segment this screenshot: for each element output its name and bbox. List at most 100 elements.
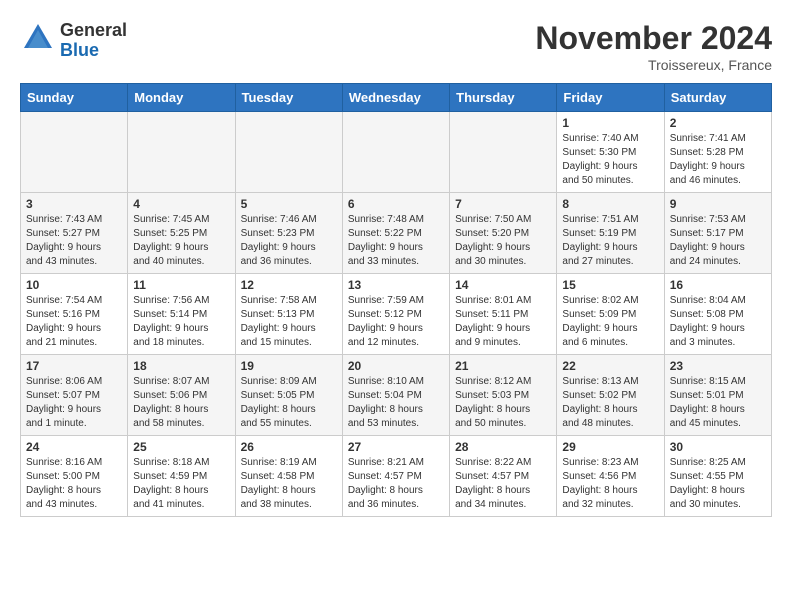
day-info: Sunrise: 8:02 AM Sunset: 5:09 PM Dayligh… [562, 294, 658, 350]
day-number: 14 [455, 278, 551, 292]
logo-text: General Blue [60, 21, 127, 61]
day-info: Sunrise: 8:04 AM Sunset: 5:08 PM Dayligh… [670, 294, 766, 350]
day-number: 20 [348, 359, 444, 373]
day-cell: 13 Sunrise: 7:59 AM Sunset: 5:12 PM Dayli… [342, 274, 449, 355]
day-info: Sunrise: 8:23 AM Sunset: 4:56 PM Dayligh… [562, 456, 658, 512]
day-number: 30 [670, 440, 766, 454]
day-cell: 29 Sunrise: 8:23 AM Sunset: 4:56 PM Dayli… [557, 436, 664, 517]
header-tuesday: Tuesday [235, 84, 342, 112]
day-info: Sunrise: 7:46 AM Sunset: 5:23 PM Dayligh… [241, 213, 337, 269]
day-number: 1 [562, 116, 658, 130]
day-cell: 3Sunrise: 7:43 AM Sunset: 5:27 PM Daylig… [21, 193, 128, 274]
day-cell: 30 Sunrise: 8:25 AM Sunset: 4:55 PM Dayli… [664, 436, 771, 517]
day-cell: 24 Sunrise: 8:16 AM Sunset: 5:00 PM Dayli… [21, 436, 128, 517]
day-info: Sunrise: 7:59 AM Sunset: 5:12 PM Dayligh… [348, 294, 444, 350]
day-number: 16 [670, 278, 766, 292]
day-number: 2 [670, 116, 766, 130]
calendar-header-row: SundayMondayTuesdayWednesdayThursdayFrid… [21, 84, 772, 112]
day-number: 6 [348, 197, 444, 211]
day-info: Sunrise: 8:12 AM Sunset: 5:03 PM Dayligh… [455, 375, 551, 431]
day-info: Sunrise: 8:09 AM Sunset: 5:05 PM Dayligh… [241, 375, 337, 431]
day-number: 3 [26, 197, 122, 211]
week-row-4: 17 Sunrise: 8:06 AM Sunset: 5:07 PM Dayli… [21, 355, 772, 436]
day-cell: 25Sunrise: 8:18 AM Sunset: 4:59 PM Dayli… [128, 436, 235, 517]
day-cell [342, 112, 449, 193]
day-cell [450, 112, 557, 193]
day-cell: 20 Sunrise: 8:10 AM Sunset: 5:04 PM Dayli… [342, 355, 449, 436]
week-row-5: 24 Sunrise: 8:16 AM Sunset: 5:00 PM Dayli… [21, 436, 772, 517]
title-area: November 2024 Troissereux, France [535, 20, 772, 73]
day-number: 24 [26, 440, 122, 454]
calendar-table: SundayMondayTuesdayWednesdayThursdayFrid… [20, 83, 772, 517]
header-monday: Monday [128, 84, 235, 112]
header-saturday: Saturday [664, 84, 771, 112]
day-number: 11 [133, 278, 229, 292]
week-row-1: 1 Sunrise: 7:40 AM Sunset: 5:30 PM Daylig… [21, 112, 772, 193]
day-cell: 6 Sunrise: 7:48 AM Sunset: 5:22 PM Daylig… [342, 193, 449, 274]
day-number: 12 [241, 278, 337, 292]
day-cell: 1 Sunrise: 7:40 AM Sunset: 5:30 PM Daylig… [557, 112, 664, 193]
day-info: Sunrise: 7:48 AM Sunset: 5:22 PM Dayligh… [348, 213, 444, 269]
day-cell: 16 Sunrise: 8:04 AM Sunset: 5:08 PM Dayli… [664, 274, 771, 355]
day-cell [21, 112, 128, 193]
day-info: Sunrise: 8:18 AM Sunset: 4:59 PM Dayligh… [133, 456, 229, 512]
location: Troissereux, France [535, 57, 772, 73]
day-info: Sunrise: 8:13 AM Sunset: 5:02 PM Dayligh… [562, 375, 658, 431]
day-info: Sunrise: 7:53 AM Sunset: 5:17 PM Dayligh… [670, 213, 766, 269]
day-cell: 12 Sunrise: 7:58 AM Sunset: 5:13 PM Dayli… [235, 274, 342, 355]
day-cell: 7Sunrise: 7:50 AM Sunset: 5:20 PM Daylig… [450, 193, 557, 274]
day-cell: 5 Sunrise: 7:46 AM Sunset: 5:23 PM Daylig… [235, 193, 342, 274]
day-info: Sunrise: 8:15 AM Sunset: 5:01 PM Dayligh… [670, 375, 766, 431]
day-cell: 17 Sunrise: 8:06 AM Sunset: 5:07 PM Dayli… [21, 355, 128, 436]
day-number: 5 [241, 197, 337, 211]
day-info: Sunrise: 7:56 AM Sunset: 5:14 PM Dayligh… [133, 294, 229, 350]
day-cell: 21 Sunrise: 8:12 AM Sunset: 5:03 PM Dayli… [450, 355, 557, 436]
day-number: 27 [348, 440, 444, 454]
day-cell: 19 Sunrise: 8:09 AM Sunset: 5:05 PM Dayli… [235, 355, 342, 436]
day-cell [128, 112, 235, 193]
day-info: Sunrise: 8:25 AM Sunset: 4:55 PM Dayligh… [670, 456, 766, 512]
day-cell: 8 Sunrise: 7:51 AM Sunset: 5:19 PM Daylig… [557, 193, 664, 274]
day-info: Sunrise: 8:01 AM Sunset: 5:11 PM Dayligh… [455, 294, 551, 350]
logo-blue-text: Blue [60, 41, 127, 61]
day-cell [235, 112, 342, 193]
day-cell: 4Sunrise: 7:45 AM Sunset: 5:25 PM Daylig… [128, 193, 235, 274]
week-row-2: 3Sunrise: 7:43 AM Sunset: 5:27 PM Daylig… [21, 193, 772, 274]
day-number: 26 [241, 440, 337, 454]
day-cell: 9 Sunrise: 7:53 AM Sunset: 5:17 PM Daylig… [664, 193, 771, 274]
logo-icon [20, 20, 56, 61]
day-info: Sunrise: 7:40 AM Sunset: 5:30 PM Dayligh… [562, 132, 658, 188]
header-sunday: Sunday [21, 84, 128, 112]
day-info: Sunrise: 8:22 AM Sunset: 4:57 PM Dayligh… [455, 456, 551, 512]
day-cell: 23 Sunrise: 8:15 AM Sunset: 5:01 PM Dayli… [664, 355, 771, 436]
day-info: Sunrise: 8:06 AM Sunset: 5:07 PM Dayligh… [26, 375, 122, 431]
header-wednesday: Wednesday [342, 84, 449, 112]
day-info: Sunrise: 7:54 AM Sunset: 5:16 PM Dayligh… [26, 294, 122, 350]
day-number: 29 [562, 440, 658, 454]
header-friday: Friday [557, 84, 664, 112]
day-info: Sunrise: 8:16 AM Sunset: 5:00 PM Dayligh… [26, 456, 122, 512]
day-info: Sunrise: 8:10 AM Sunset: 5:04 PM Dayligh… [348, 375, 444, 431]
day-number: 21 [455, 359, 551, 373]
day-number: 8 [562, 197, 658, 211]
day-number: 18 [133, 359, 229, 373]
day-number: 9 [670, 197, 766, 211]
day-info: Sunrise: 7:50 AM Sunset: 5:20 PM Dayligh… [455, 213, 551, 269]
day-info: Sunrise: 7:45 AM Sunset: 5:25 PM Dayligh… [133, 213, 229, 269]
day-number: 23 [670, 359, 766, 373]
logo: General Blue [20, 20, 127, 61]
day-cell: 2Sunrise: 7:41 AM Sunset: 5:28 PM Daylig… [664, 112, 771, 193]
day-number: 13 [348, 278, 444, 292]
day-number: 17 [26, 359, 122, 373]
day-number: 22 [562, 359, 658, 373]
day-info: Sunrise: 7:51 AM Sunset: 5:19 PM Dayligh… [562, 213, 658, 269]
day-info: Sunrise: 7:58 AM Sunset: 5:13 PM Dayligh… [241, 294, 337, 350]
day-info: Sunrise: 8:07 AM Sunset: 5:06 PM Dayligh… [133, 375, 229, 431]
day-cell: 26Sunrise: 8:19 AM Sunset: 4:58 PM Dayli… [235, 436, 342, 517]
page-header: General Blue November 2024 Troissereux, … [20, 20, 772, 73]
day-cell: 18 Sunrise: 8:07 AM Sunset: 5:06 PM Dayli… [128, 355, 235, 436]
day-number: 19 [241, 359, 337, 373]
day-cell: 14 Sunrise: 8:01 AM Sunset: 5:11 PM Dayli… [450, 274, 557, 355]
week-row-3: 10Sunrise: 7:54 AM Sunset: 5:16 PM Dayli… [21, 274, 772, 355]
day-cell: 15Sunrise: 8:02 AM Sunset: 5:09 PM Dayli… [557, 274, 664, 355]
